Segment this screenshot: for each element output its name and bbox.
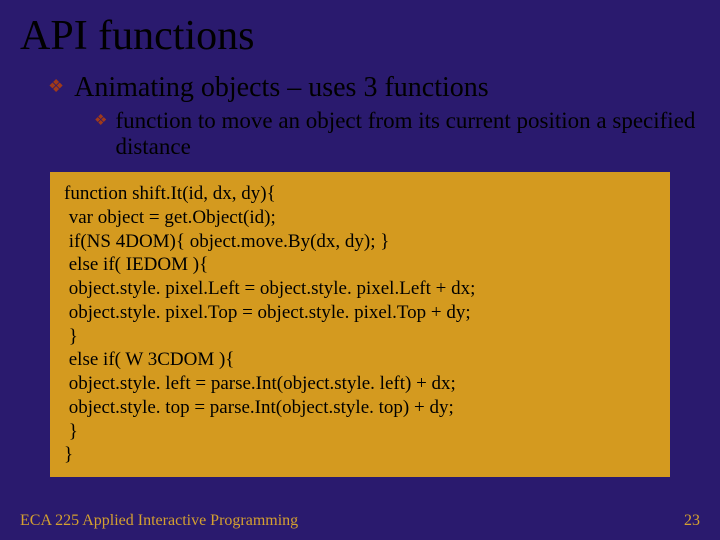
code-line: var object = get.Object(id); xyxy=(64,206,656,230)
code-line: } xyxy=(64,420,656,444)
code-line: function shift.It(id, dx, dy){ xyxy=(64,182,656,206)
slide-footer: ECA 225 Applied Interactive Programming … xyxy=(0,512,720,530)
code-line: object.style. pixel.Left = object.style.… xyxy=(64,277,656,301)
bullet-level2: ❖ function to move an object from its cu… xyxy=(94,108,700,160)
diamond-bullet-icon: ❖ xyxy=(48,72,64,101)
footer-course: ECA 225 Applied Interactive Programming xyxy=(20,512,298,530)
code-line: object.style. pixel.Top = object.style. … xyxy=(64,301,656,325)
code-line: } xyxy=(64,325,656,349)
code-line: object.style. top = parse.Int(object.sty… xyxy=(64,396,656,420)
code-line: object.style. left = parse.Int(object.st… xyxy=(64,372,656,396)
bullet-level1: ❖ Animating objects – uses 3 functions xyxy=(48,72,700,104)
slide-number: 23 xyxy=(684,512,700,530)
code-line: } xyxy=(64,443,656,467)
bullet2-text: function to move an object from its curr… xyxy=(115,108,700,160)
slide-title: API functions xyxy=(20,12,700,60)
diamond-bullet-icon: ❖ xyxy=(94,108,107,135)
slide: API functions ❖ Animating objects – uses… xyxy=(0,0,720,540)
code-line: else if( W 3CDOM ){ xyxy=(64,348,656,372)
code-line: else if( IEDOM ){ xyxy=(64,253,656,277)
code-line: if(NS 4DOM){ object.move.By(dx, dy); } xyxy=(64,230,656,254)
code-block: function shift.It(id, dx, dy){ var objec… xyxy=(48,170,672,479)
bullet1-text: Animating objects – uses 3 functions xyxy=(74,72,489,104)
